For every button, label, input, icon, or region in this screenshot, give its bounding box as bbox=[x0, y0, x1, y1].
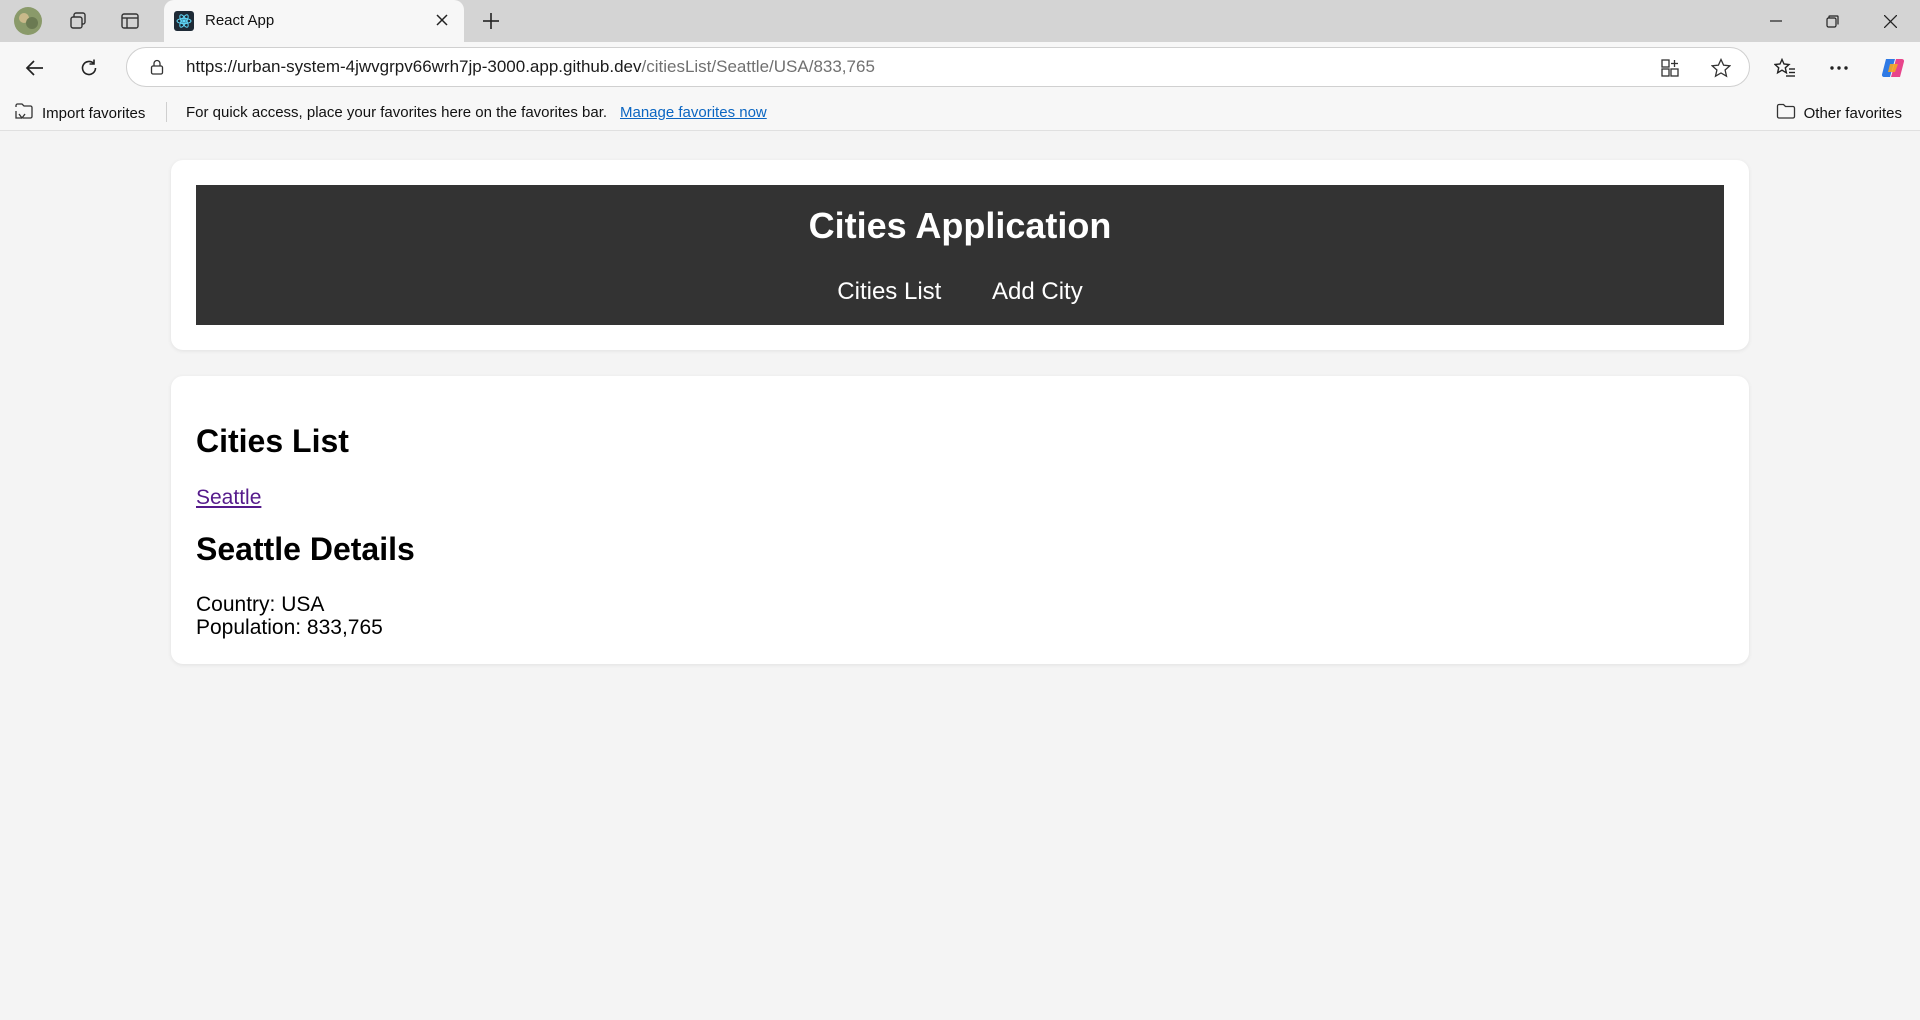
import-favorites-button[interactable]: Import favorites bbox=[14, 102, 145, 124]
nav-link-cities-list[interactable]: Cities List bbox=[837, 278, 941, 305]
close-tab-icon[interactable] bbox=[430, 8, 454, 32]
city-details-heading: Seattle Details bbox=[196, 531, 415, 567]
address-bar[interactable]: https://urban-system-4jwvgrpv66wrh7jp-30… bbox=[126, 47, 1750, 87]
country-text: Country: USA bbox=[196, 593, 325, 616]
lock-icon[interactable] bbox=[147, 57, 167, 77]
workspaces-icon[interactable] bbox=[56, 0, 100, 42]
more-options-icon[interactable] bbox=[1820, 49, 1858, 87]
favorites-bar: Import favorites For quick access, place… bbox=[0, 94, 1920, 131]
restore-button[interactable] bbox=[1804, 0, 1860, 42]
reload-button[interactable] bbox=[70, 49, 108, 87]
city-link-seattle[interactable]: Seattle bbox=[196, 486, 261, 510]
browser-toolbar: https://urban-system-4jwvgrpv66wrh7jp-30… bbox=[0, 42, 1920, 94]
react-icon bbox=[174, 11, 194, 31]
url-path: /citiesList/Seattle/USA/833,765 bbox=[641, 57, 875, 76]
new-tab-button[interactable] bbox=[474, 0, 508, 42]
app-header: Cities Application Cities List Add City bbox=[196, 185, 1724, 325]
cities-list-heading: Cities List bbox=[196, 423, 349, 459]
folder-icon bbox=[1776, 102, 1796, 124]
vertical-tabs-icon[interactable] bbox=[108, 0, 152, 42]
copilot-icon[interactable] bbox=[1874, 49, 1912, 87]
close-window-button[interactable] bbox=[1862, 0, 1918, 42]
other-favorites-button[interactable]: Other favorites bbox=[1776, 102, 1902, 124]
other-favorites-label: Other favorites bbox=[1803, 104, 1902, 122]
minimize-button[interactable] bbox=[1748, 0, 1804, 42]
nav-link-add-city[interactable]: Add City bbox=[992, 278, 1083, 305]
divider bbox=[166, 102, 167, 122]
app-available-icon[interactable] bbox=[1657, 55, 1683, 81]
favorites-message: For quick access, place your favorites h… bbox=[186, 104, 608, 121]
url-text[interactable]: https://urban-system-4jwvgrpv66wrh7jp-30… bbox=[186, 57, 875, 77]
app-title: Cities Application bbox=[808, 205, 1112, 246]
tab-title: React App bbox=[205, 12, 275, 29]
favorites-icon[interactable] bbox=[1766, 49, 1804, 87]
header-card: Cities Application Cities List Add City bbox=[171, 160, 1749, 350]
manage-favorites-link[interactable]: Manage favorites now bbox=[620, 104, 767, 121]
import-favorites-label: Import favorites bbox=[42, 104, 146, 122]
import-icon bbox=[14, 102, 34, 124]
active-tab[interactable]: React App bbox=[164, 0, 464, 42]
tab-strip: React App bbox=[0, 0, 1920, 42]
star-icon[interactable] bbox=[1708, 55, 1734, 81]
page-viewport: Cities Application Cities List Add City … bbox=[4, 131, 1916, 1016]
back-button[interactable] bbox=[16, 49, 54, 87]
profile-avatar[interactable] bbox=[6, 0, 50, 42]
app-nav: Cities List Add City bbox=[196, 278, 1724, 306]
url-host: https://urban-system-4jwvgrpv66wrh7jp-30… bbox=[186, 57, 642, 76]
content-card: Cities List Seattle Seattle Details Coun… bbox=[171, 376, 1749, 664]
population-text: Population: 833,765 bbox=[196, 616, 383, 639]
